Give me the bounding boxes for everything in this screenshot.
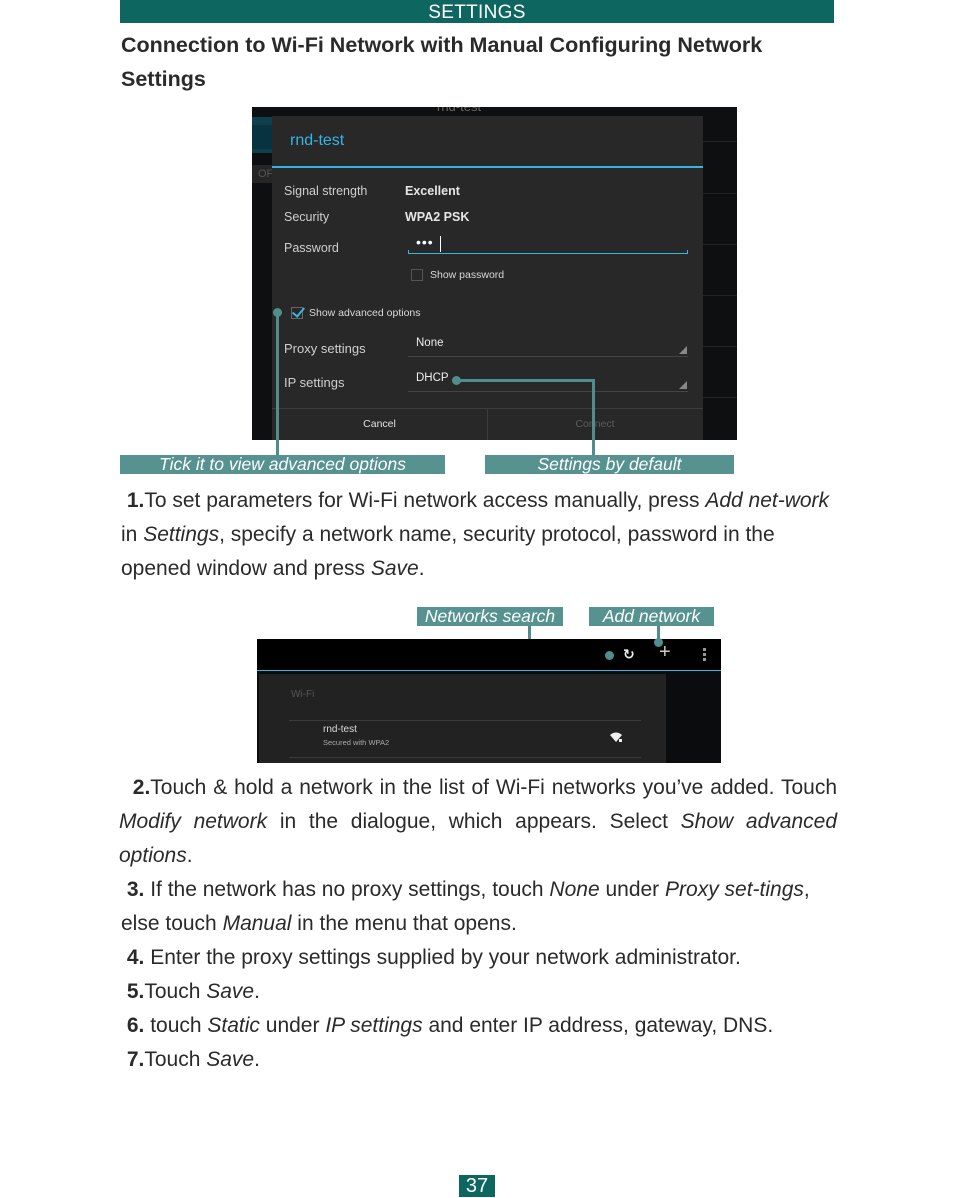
wifi-list-screenshot: ↻ + Wi-Fi rnd-test Secured with WPA2 bbox=[257, 639, 721, 763]
password-input[interactable]: ••• bbox=[408, 234, 688, 254]
wifi-dialog: rnd-test Signal strength Excellent Secur… bbox=[272, 116, 703, 440]
callout-networks-search: Networks search bbox=[417, 607, 563, 626]
show-advanced-label: Show advanced options bbox=[309, 307, 421, 319]
dialog-button-bar: Cancel Connect bbox=[272, 408, 703, 440]
step-4: 4. Enter the proxy settings supplied by … bbox=[126, 946, 741, 969]
network-status: Secured with WPA2 bbox=[323, 738, 390, 747]
step-6: 6. touch Static under IP settings and en… bbox=[126, 1014, 774, 1037]
divider bbox=[702, 244, 737, 245]
page-number: 37 bbox=[459, 1175, 495, 1197]
wifi-locked-icon bbox=[610, 732, 622, 742]
dialog-title: rnd-test bbox=[290, 132, 345, 149]
password-label: Password bbox=[284, 241, 339, 255]
show-password-label: Show password bbox=[430, 269, 505, 281]
step-5: 5.Touch Save. bbox=[126, 980, 260, 1003]
security-label: Security bbox=[284, 210, 330, 224]
step-1: 1.To set parameters for Wi-Fi network ac… bbox=[121, 489, 830, 580]
ip-settings-label: IP settings bbox=[284, 375, 345, 390]
network-name[interactable]: rnd-test bbox=[323, 724, 357, 735]
divider bbox=[702, 295, 737, 296]
title-divider bbox=[272, 166, 703, 168]
proxy-settings-dropdown[interactable]: None bbox=[408, 335, 688, 357]
step-number: 1. bbox=[126, 489, 145, 512]
step-number: 7. bbox=[126, 1048, 145, 1071]
dialog-screenshot: rnd-test OF rnd-test Signal strength Exc… bbox=[252, 107, 737, 440]
divider bbox=[289, 720, 641, 721]
show-advanced-checkbox[interactable] bbox=[291, 307, 303, 319]
ip-settings-value: DHCP bbox=[416, 372, 449, 384]
password-value: ••• bbox=[416, 234, 434, 250]
action-bar: ↻ + bbox=[257, 639, 721, 670]
divider bbox=[289, 757, 641, 758]
show-password-checkbox[interactable] bbox=[411, 269, 423, 281]
step-number: 2. bbox=[132, 776, 151, 799]
step-number: 5. bbox=[126, 980, 145, 1003]
proxy-settings-value: None bbox=[416, 337, 444, 349]
proxy-settings-label: Proxy settings bbox=[284, 341, 366, 356]
page-title: Connection to Wi-Fi Network with Manual … bbox=[121, 33, 763, 91]
callout-add-network: Add network bbox=[589, 607, 714, 626]
wifi-panel: Wi-Fi rnd-test Secured with WPA2 bbox=[259, 674, 666, 763]
dropdown-arrow-icon bbox=[679, 381, 687, 389]
section-header: SETTINGS bbox=[120, 0, 834, 23]
divider bbox=[702, 346, 737, 347]
callout-advanced-options: Tick it to view advanced options bbox=[120, 455, 445, 474]
action-bar-divider bbox=[257, 670, 721, 671]
callout-line-advanced bbox=[276, 312, 279, 456]
divider bbox=[702, 397, 737, 398]
wifi-section-header: Wi-Fi bbox=[291, 689, 315, 700]
step-number: 6. bbox=[126, 1014, 145, 1037]
text-caret bbox=[440, 236, 441, 252]
signal-strength-value: Excellent bbox=[405, 184, 460, 198]
refresh-icon[interactable]: ↻ bbox=[623, 646, 635, 663]
dropdown-arrow-icon bbox=[679, 346, 687, 354]
overflow-menu-icon[interactable] bbox=[703, 648, 706, 661]
callout-line-default-vertical bbox=[592, 379, 595, 456]
callout-line-default bbox=[456, 379, 595, 382]
background-title: rnd-test bbox=[437, 107, 481, 114]
step-3: 3. If the network has no proxy settings,… bbox=[121, 878, 810, 935]
background-off-toggle: OF bbox=[252, 165, 274, 183]
callout-dot-search bbox=[605, 651, 614, 660]
step-number: 4. bbox=[126, 946, 145, 969]
signal-strength-label: Signal strength bbox=[284, 184, 368, 198]
divider bbox=[702, 141, 737, 142]
callout-settings-default: Settings by default bbox=[485, 455, 734, 474]
step-number: 3. bbox=[126, 878, 145, 901]
step-2: 2.Touch & hold a network in the list of … bbox=[119, 776, 837, 867]
callout-dot-add bbox=[654, 638, 663, 647]
cancel-button[interactable]: Cancel bbox=[272, 409, 487, 440]
step-7: 7.Touch Save. bbox=[126, 1048, 260, 1071]
divider bbox=[702, 193, 737, 194]
security-value: WPA2 PSK bbox=[405, 210, 470, 224]
